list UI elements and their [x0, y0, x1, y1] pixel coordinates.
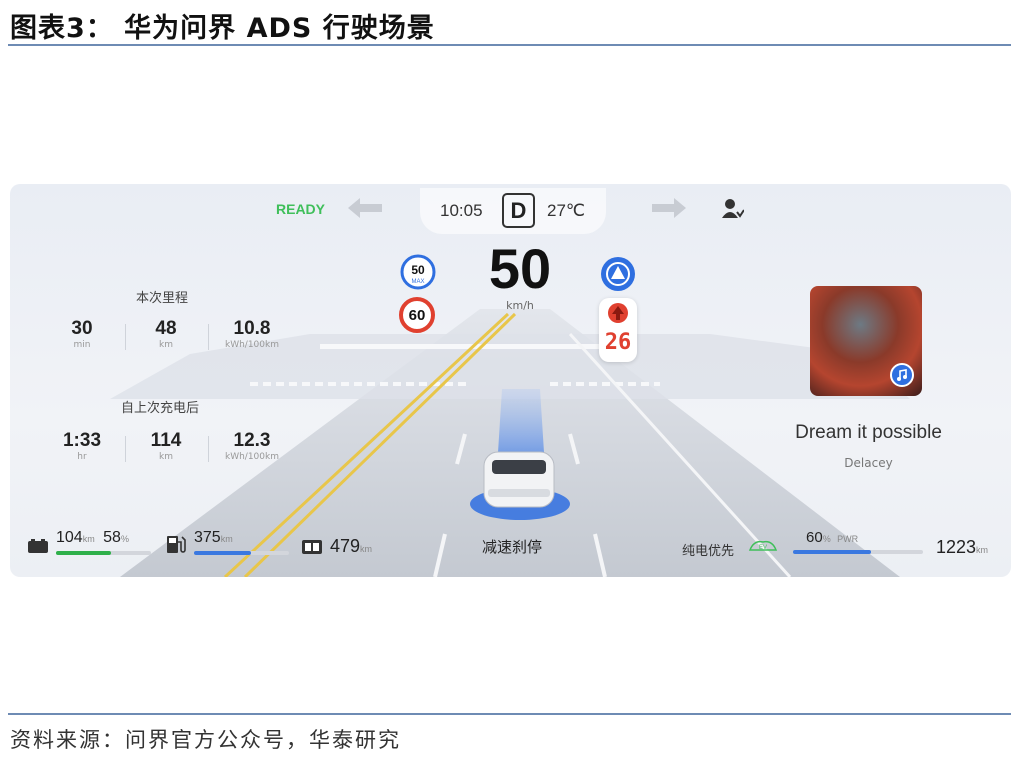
total-range-readout: 479km	[330, 536, 372, 557]
odometer: 1223	[936, 537, 977, 557]
power-label: PWR	[837, 534, 859, 544]
traffic-light-countdown: 26	[604, 330, 632, 355]
since-charge-stat: 12.3 kWh/100km	[224, 430, 279, 462]
left-turn-signal-icon	[348, 198, 382, 222]
vehicle-dashboard: READY 10:05 D 27℃ 50 km/h 50 MAX 60 26 本…	[10, 184, 1011, 577]
cruise-max-label: MAX	[411, 279, 424, 285]
cruise-max-speed-badge: 50 MAX	[400, 254, 436, 294]
fuel-readout: 375km	[194, 529, 233, 547]
battery-readout: 104km 58%	[56, 529, 129, 547]
battery-bar	[56, 551, 151, 555]
total-range: 479	[330, 536, 361, 556]
fuel-bar-fill	[194, 551, 251, 555]
fuel-pump-icon	[166, 534, 186, 558]
odometer-readout: 1223km	[936, 537, 988, 558]
divider	[208, 436, 209, 462]
since-charge-stat: 114 km	[150, 430, 182, 462]
trip-stat: 48 km	[155, 318, 177, 350]
since-charge-stat: 1:33 hr	[62, 430, 102, 462]
divider	[125, 324, 126, 350]
since-charge-title: 自上次充电后	[121, 401, 200, 416]
ready-indicator: READY	[276, 201, 326, 217]
trip-stat: 10.8 kWh/100km	[224, 318, 279, 350]
battery-bar-fill	[56, 551, 112, 555]
power-readout: 60% PWR	[806, 529, 858, 547]
trip-title: 本次里程	[136, 291, 189, 306]
ev-mode-icon: EV	[748, 538, 778, 558]
music-app-icon	[890, 363, 914, 391]
ego-car	[483, 451, 555, 508]
power-percent-unit: %	[822, 534, 831, 544]
brake-status: 减速刹停	[482, 538, 543, 556]
trip-stat: 30 min	[71, 318, 93, 350]
power-bar-fill	[793, 550, 871, 554]
total-range-icon	[302, 539, 322, 558]
fuel-range: 375	[194, 529, 221, 546]
cruise-max-speed: 50	[411, 263, 425, 277]
outside-temperature: 27℃	[547, 201, 586, 220]
clock: 10:05	[440, 201, 483, 220]
current-speed: 50	[488, 237, 552, 300]
song-artist: Delacey	[844, 456, 893, 470]
speed-limit-sign: 60	[398, 296, 436, 338]
fuel-range-unit: km	[220, 534, 233, 544]
battery-range: 104	[56, 529, 83, 546]
power-percent: 60	[806, 529, 823, 546]
fuel-bar	[194, 551, 289, 555]
title-divider	[8, 44, 1011, 46]
divider	[208, 324, 209, 350]
battery-percent-unit: %	[120, 534, 129, 544]
battery-percent: 58	[103, 529, 121, 546]
song-title[interactable]: Dream it possible	[776, 422, 961, 444]
red-light-arrow-icon	[608, 303, 628, 323]
ev-mode-label: EV	[759, 545, 767, 551]
power-bar	[793, 550, 923, 554]
speed-limit-value: 60	[409, 307, 426, 324]
speed-unit: km/h	[506, 299, 534, 312]
gear-indicator: D	[502, 193, 535, 228]
driver-profile-icon[interactable]	[722, 198, 745, 224]
right-turn-signal-icon	[652, 198, 686, 222]
divider	[125, 436, 126, 462]
total-range-unit: km	[360, 544, 373, 554]
figure-title: 图表3： 华为问界 ADS 行驶场景	[10, 13, 435, 44]
drive-mode: 纯电优先	[682, 544, 735, 559]
battery-range-unit: km	[82, 534, 95, 544]
battery-icon	[28, 538, 48, 557]
figure-source: 资料来源：问界官方公众号，华泰研究	[10, 728, 401, 752]
source-divider	[8, 713, 1011, 715]
nav-assist-icon	[599, 255, 637, 297]
odometer-unit: km	[976, 545, 989, 555]
